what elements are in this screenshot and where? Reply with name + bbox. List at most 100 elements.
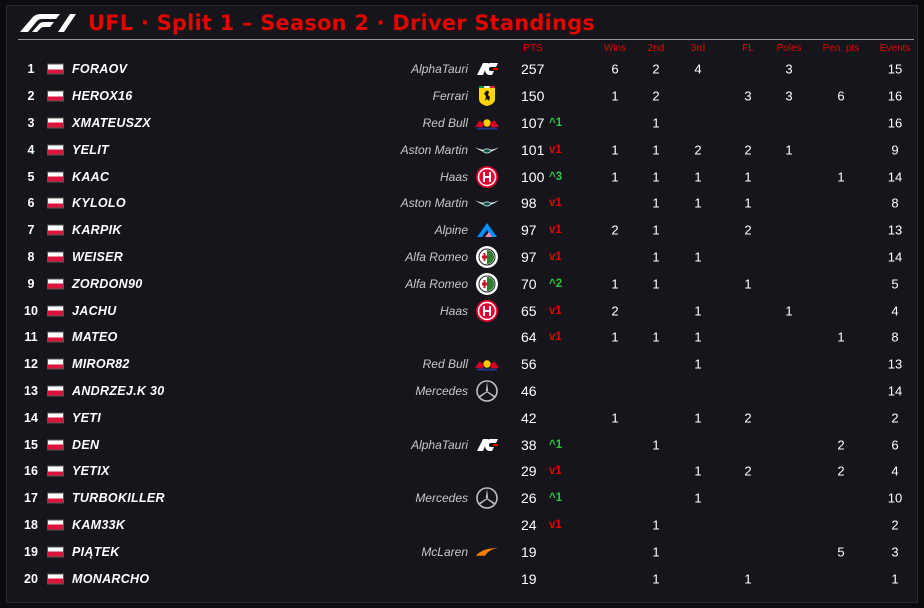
points: 26 <box>521 490 537 507</box>
stat-fl: 1 <box>744 195 752 211</box>
stat-events: 16 <box>887 88 903 104</box>
position: 19 <box>24 544 38 559</box>
stat-events: 14 <box>887 249 903 265</box>
col-header-poles: Poles <box>776 43 802 54</box>
position-change-up: ^2 <box>549 277 563 290</box>
stat-fl: 1 <box>744 169 752 185</box>
stat-second: 1 <box>652 195 660 211</box>
poland-flag-icon <box>47 90 64 102</box>
stat-wins: 2 <box>611 303 619 319</box>
stat-third: 1 <box>694 410 702 426</box>
team-name: Red Bull <box>422 357 468 372</box>
stat-events: 4 <box>891 303 899 319</box>
stat-second: 1 <box>652 276 660 292</box>
poland-flag-icon <box>47 519 64 531</box>
alphatauri-logo-icon <box>474 435 500 455</box>
table-row: 20 MONARCHO 19 1 1 1 <box>0 565 924 592</box>
stat-events: 13 <box>887 222 903 238</box>
driver-name: KAM33K <box>72 517 126 532</box>
position: 12 <box>24 357 38 372</box>
stat-second: 1 <box>652 437 660 453</box>
stat-third: 1 <box>694 356 702 372</box>
driver-name: XMATEUSZX <box>72 115 151 130</box>
team-name: AlphaTauri <box>411 62 468 77</box>
stat-wins: 1 <box>611 329 619 345</box>
mercedes-logo-icon <box>474 487 500 509</box>
stat-events: 5 <box>891 276 899 292</box>
points: 70 <box>521 275 537 292</box>
position-change-up: ^1 <box>549 438 563 451</box>
driver-name: PIĄTEK <box>72 544 120 559</box>
table-row: 7 KARPIK Alpine 97 v1 2 1 2 13 <box>0 217 924 244</box>
stat-third: 1 <box>694 490 702 506</box>
table-row: 13 ANDRZEJ.K 30 Mercedes 46 14 <box>0 378 924 405</box>
stat-wins: 2 <box>611 222 619 238</box>
col-header-events: Events <box>879 43 911 54</box>
mercedes-logo-icon <box>474 380 500 402</box>
poland-flag-icon <box>47 412 64 424</box>
stat-third: 1 <box>694 195 702 211</box>
position-change-down: v1 <box>549 304 562 317</box>
page-title: UFL · Split 1 – Season 2 · Driver Standi… <box>88 11 596 35</box>
stat-third: 4 <box>694 61 702 77</box>
stat-events: 15 <box>887 61 903 77</box>
poland-flag-icon <box>47 171 64 183</box>
table-row: 16 YETIX 29 v1 1 2 2 4 <box>0 458 924 485</box>
team-name: Aston Martin <box>400 142 468 157</box>
stat-pen: 5 <box>837 544 845 560</box>
stat-second: 1 <box>652 329 660 345</box>
driver-name: ANDRZEJ.K 30 <box>72 383 165 398</box>
stat-events: 4 <box>891 463 899 479</box>
stat-second: 1 <box>652 544 660 560</box>
driver-name: MATEO <box>72 330 118 345</box>
stat-events: 1 <box>891 571 899 587</box>
table-row: 15 DEN AlphaTauri 38 ^1 1 2 6 <box>0 431 924 458</box>
astonmartin-logo-icon <box>474 193 500 213</box>
points: 29 <box>521 463 537 480</box>
stat-third: 1 <box>694 169 702 185</box>
driver-name: TURBOKILLER <box>72 491 165 506</box>
redbull-logo-icon <box>474 354 500 374</box>
position-change-down: v1 <box>549 250 562 263</box>
col-header-wins: Wins <box>603 43 627 54</box>
position-change-down: v1 <box>549 197 562 210</box>
position: 8 <box>27 249 35 264</box>
table-row: 6 KYLOLO Aston Martin 98 v1 1 1 1 8 <box>0 190 924 217</box>
stat-events: 3 <box>891 544 899 560</box>
team-name: Alfa Romeo <box>405 249 468 264</box>
stat-events: 8 <box>891 195 899 211</box>
position: 5 <box>27 169 35 184</box>
team-name: Mercedes <box>415 383 468 398</box>
driver-name: MONARCHO <box>72 571 150 586</box>
stat-events: 14 <box>887 169 903 185</box>
stat-poles: 1 <box>785 142 793 158</box>
ferrari-logo-icon <box>474 86 500 107</box>
position: 2 <box>27 89 35 104</box>
position: 17 <box>24 491 38 506</box>
stat-second: 1 <box>652 249 660 265</box>
col-header-second: 2nd <box>647 43 665 54</box>
team-name: Aston Martin <box>400 196 468 211</box>
team-name: Haas <box>439 169 468 184</box>
position-change-down: v1 <box>549 331 562 344</box>
position: 6 <box>27 196 35 211</box>
team-name: AlphaTauri <box>411 437 468 452</box>
position: 4 <box>27 142 35 157</box>
poland-flag-icon <box>47 331 64 343</box>
team-name: Alfa Romeo <box>405 276 468 291</box>
points: 101 <box>521 141 545 158</box>
stat-second: 2 <box>652 88 660 104</box>
position: 20 <box>24 571 38 586</box>
stat-wins: 1 <box>611 169 619 185</box>
stat-second: 1 <box>652 517 660 533</box>
stat-third: 1 <box>694 249 702 265</box>
table-row: 19 PIĄTEK McLaren 19 1 5 3 <box>0 538 924 565</box>
alfaromeo-logo-icon <box>474 272 500 295</box>
stat-wins: 6 <box>611 61 619 77</box>
stat-second: 1 <box>652 115 660 131</box>
table-row: 5 KAAC Haas 100 ^3 1 1 1 1 1 14 <box>0 163 924 190</box>
stat-wins: 1 <box>611 142 619 158</box>
stat-second: 1 <box>652 222 660 238</box>
stat-fl: 1 <box>744 276 752 292</box>
stat-second: 2 <box>652 61 660 77</box>
